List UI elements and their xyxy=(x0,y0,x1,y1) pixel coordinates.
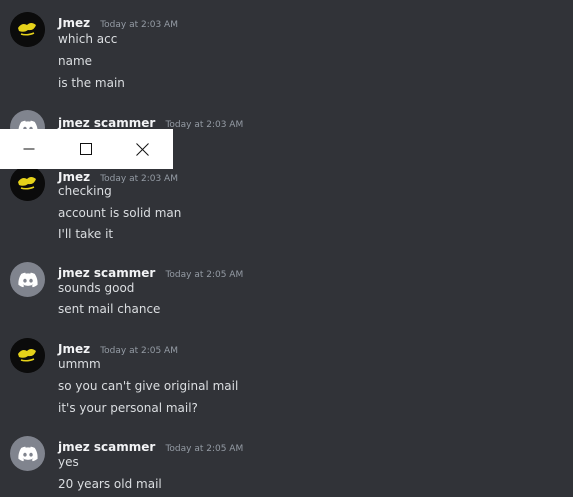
message-text: so you can't give original mail xyxy=(58,379,239,393)
message-text: which acc xyxy=(58,32,118,46)
jmez-logo-icon xyxy=(10,12,45,47)
close-icon xyxy=(136,142,149,156)
timestamp: Today at 2:03 AM xyxy=(165,120,244,130)
timestamp: Today at 2:05 AM xyxy=(165,444,244,454)
username[interactable]: Jmez xyxy=(58,342,90,356)
minimize-button[interactable] xyxy=(0,129,57,169)
jmez-avatar[interactable] xyxy=(10,166,45,201)
timestamp: Today at 2:03 AM xyxy=(100,174,178,184)
jmez-avatar[interactable] xyxy=(10,338,45,373)
maximize-button[interactable] xyxy=(57,129,114,169)
discord-avatar[interactable] xyxy=(10,262,45,297)
jmez-logo-icon xyxy=(10,338,45,373)
discord-logo-icon xyxy=(17,272,38,287)
timestamp: Today at 2:05 AM xyxy=(165,270,244,280)
message-text: name xyxy=(58,54,93,68)
message-text: ummm xyxy=(58,357,101,371)
username[interactable]: Jmez xyxy=(58,16,90,30)
username[interactable]: Jmez xyxy=(58,170,90,184)
jmez-avatar[interactable] xyxy=(10,12,45,47)
username[interactable]: jmez scammer xyxy=(58,116,155,130)
close-button[interactable] xyxy=(114,129,171,169)
message-text: account is solid man xyxy=(58,206,182,220)
message-text: sounds good xyxy=(58,281,135,295)
maximize-icon xyxy=(79,143,92,155)
message-text: it's your personal mail? xyxy=(58,401,198,415)
window-controls xyxy=(0,129,173,169)
username[interactable]: jmez scammer xyxy=(58,266,155,280)
message-text: yes xyxy=(58,455,79,469)
minimize-icon xyxy=(23,148,34,150)
message-text: I'll take it xyxy=(58,227,114,241)
timestamp: Today at 2:05 AM xyxy=(100,346,178,356)
discord-avatar[interactable] xyxy=(10,436,45,471)
message-text: sent mail chance xyxy=(58,302,161,316)
timestamp: Today at 2:03 AM xyxy=(100,20,178,30)
message-text: 20 years old mail xyxy=(58,477,162,491)
discord-logo-icon xyxy=(17,446,38,461)
username[interactable]: jmez scammer xyxy=(58,440,155,454)
message-text: is the main xyxy=(58,76,125,90)
jmez-logo-icon xyxy=(10,166,45,201)
message-text: checking xyxy=(58,184,112,198)
